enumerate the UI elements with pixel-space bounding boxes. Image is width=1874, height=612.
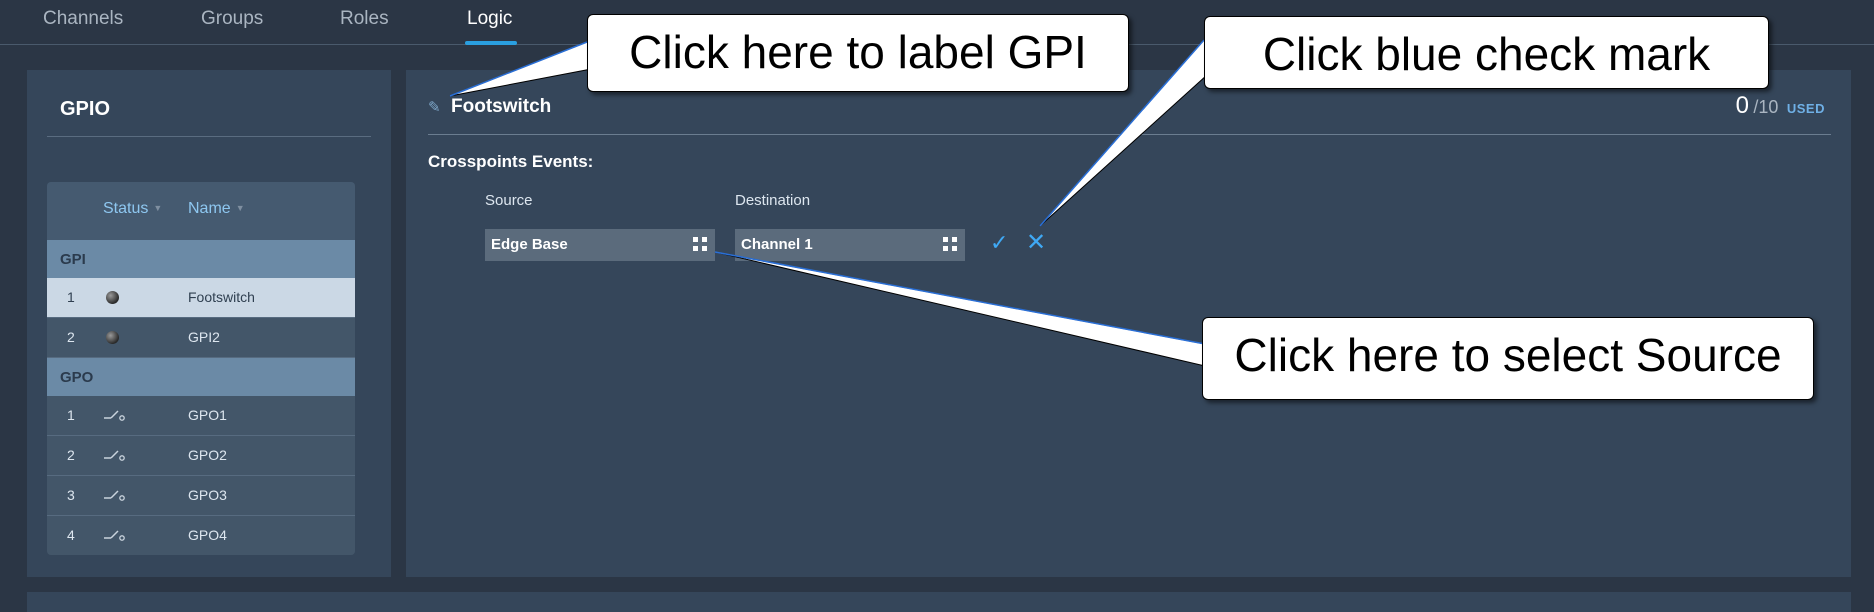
callout-label-gpi: Click here to label GPI (587, 14, 1129, 92)
callout-text: Click here to label GPI (629, 26, 1087, 78)
callout-select-source: Click here to select Source (1202, 317, 1814, 400)
callout-check-mark: Click blue check mark (1204, 16, 1769, 89)
callout-text: Click here to select Source (1234, 329, 1782, 381)
callout-text: Click blue check mark (1262, 28, 1711, 80)
